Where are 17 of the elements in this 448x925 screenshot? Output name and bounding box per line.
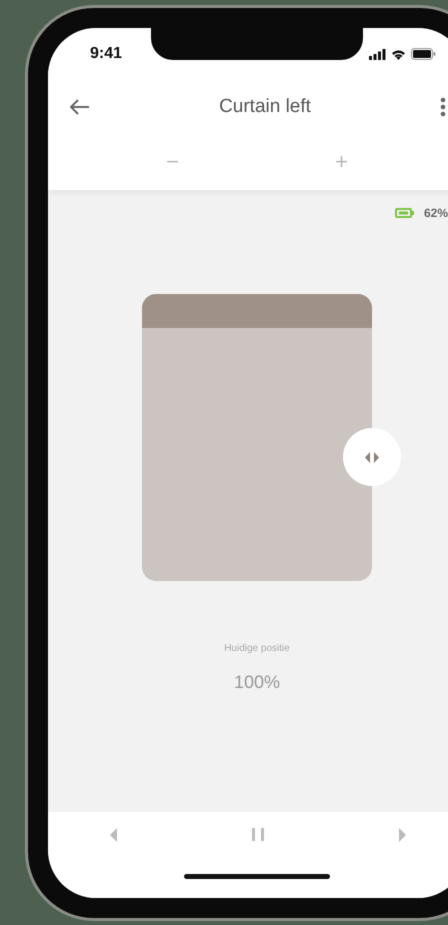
more-vertical-icon [440,97,446,117]
pause-icon [252,828,264,841]
back-arrow-icon [70,99,90,115]
wifi-icon [391,48,406,60]
page-title: Curtain left [219,96,311,118]
left-right-arrows-icon [365,452,379,462]
right-triangle-icon [399,828,406,842]
step-button[interactable]: + [325,147,358,177]
battery-icon [394,208,414,218]
status-time: 9:41 [90,45,122,63]
step-button[interactable]: − [156,147,189,177]
signal-icon [369,48,386,60]
battery-reading: 62% [424,206,448,220]
battery-status-icon [411,48,436,60]
left-triangle-icon [110,828,117,842]
position-label: Huidige positie [223,643,291,654]
position-reading: 100% [232,672,282,693]
